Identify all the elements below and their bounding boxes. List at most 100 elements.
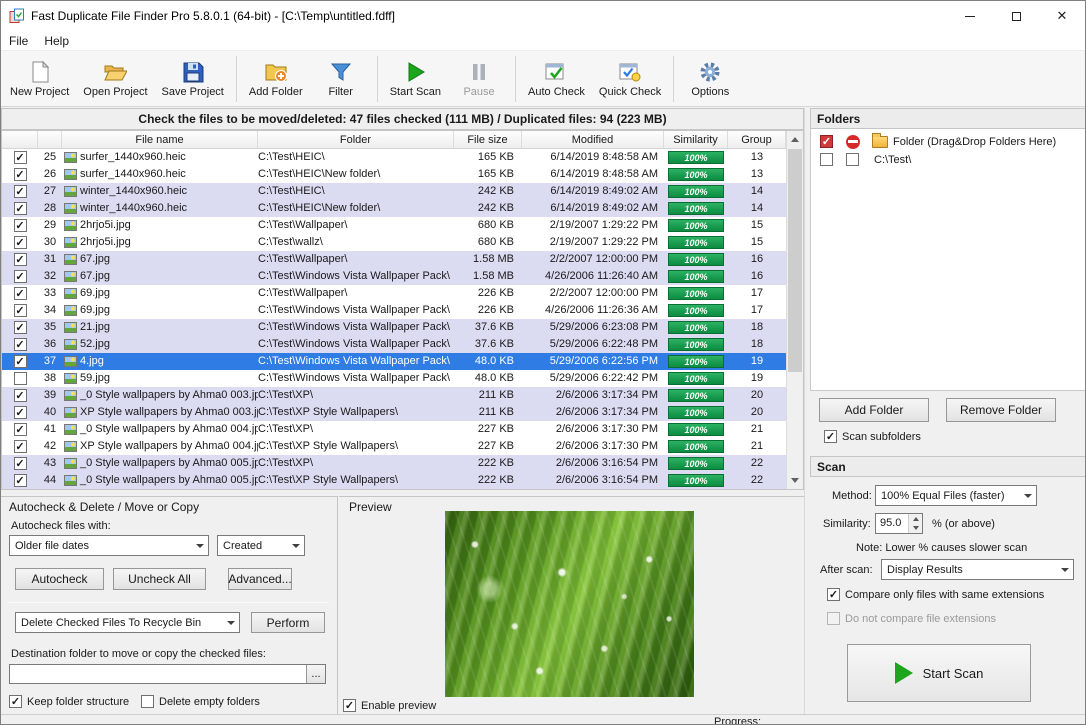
table-row[interactable]: 3369.jpgC:\Test\Wallpaper\226 KB2/2/2007… [2, 285, 786, 302]
uncheck-all-button[interactable]: Uncheck All [113, 568, 206, 590]
header-folder[interactable]: Folder [258, 131, 454, 148]
header-similarity[interactable]: Similarity [664, 131, 728, 148]
row-checkbox[interactable] [14, 423, 27, 436]
keep-folder-structure-option[interactable]: Keep folder structure [9, 695, 129, 708]
destination-folder-input[interactable]: ... [9, 664, 326, 684]
table-row[interactable]: 3521.jpgC:\Test\Windows Vista Wallpaper … [2, 319, 786, 336]
maximize-button[interactable] [993, 1, 1039, 31]
no-compare-extensions-option[interactable]: Do not compare file extensions [827, 612, 996, 625]
table-row[interactable]: 27winter_1440x960.heicC:\Test\HEIC\242 K… [2, 183, 786, 200]
table-scrollbar[interactable] [786, 131, 803, 489]
table-row[interactable]: 44_0 Style wallpapers by Ahma0 005.jpgC:… [2, 472, 786, 489]
options-button[interactable]: Options [679, 54, 741, 104]
folder-checkbox[interactable] [820, 153, 833, 166]
row-checkbox[interactable] [14, 219, 27, 232]
add-folder-button-toolbar[interactable]: Add Folder [242, 54, 310, 104]
row-checkbox[interactable] [14, 185, 27, 198]
table-row[interactable]: 39_0 Style wallpapers by Ahma0 003.jpgC:… [2, 387, 786, 404]
scroll-up-button[interactable] [787, 131, 803, 148]
folder-list-item-ctest[interactable]: C:\Test\ [820, 151, 911, 168]
table-row[interactable]: 302hrjo5i.jpgC:\Test\wallz\680 KB2/19/20… [2, 234, 786, 251]
table-row[interactable]: 41_0 Style wallpapers by Ahma0 004.jpgC:… [2, 421, 786, 438]
pause-button[interactable]: Pause [448, 54, 510, 104]
compare-same-extensions-option[interactable]: Compare only files with same extensions [827, 588, 1044, 601]
table-row[interactable]: 3652.jpgC:\Test\Windows Vista Wallpaper … [2, 336, 786, 353]
new-project-button[interactable]: New Project [3, 54, 76, 104]
after-scan-dropdown[interactable]: Display Results [881, 559, 1074, 580]
folder-checkbox[interactable] [820, 135, 833, 148]
table-row[interactable]: 3167.jpgC:\Test\Wallpaper\1.58 MB2/2/200… [2, 251, 786, 268]
scroll-down-button[interactable] [787, 472, 803, 489]
enable-preview-option[interactable]: Enable preview [343, 699, 436, 712]
table-row[interactable]: 3859.jpgC:\Test\Windows Vista Wallpaper … [2, 370, 786, 387]
row-checkbox[interactable] [14, 440, 27, 453]
perform-button[interactable]: Perform [251, 612, 325, 633]
delete-empty-folders-checkbox[interactable] [141, 695, 154, 708]
save-project-button[interactable]: Save Project [155, 54, 231, 104]
scan-subfolders-checkbox[interactable] [824, 430, 837, 443]
row-checkbox[interactable] [14, 457, 27, 470]
header-num-column[interactable] [38, 131, 62, 148]
menu-help[interactable]: Help [36, 32, 77, 50]
row-checkbox[interactable] [14, 338, 27, 351]
header-group[interactable]: Group [728, 131, 786, 148]
header-file-name[interactable]: File name [62, 131, 258, 148]
table-row[interactable]: 28winter_1440x960.heicC:\Test\HEIC\New f… [2, 200, 786, 217]
enable-preview-checkbox[interactable] [343, 699, 356, 712]
auto-check-button[interactable]: Auto Check [521, 54, 592, 104]
autocheck-criteria-dropdown[interactable]: Older file dates [9, 535, 209, 556]
table-row[interactable]: 26surfer_1440x960.heicC:\Test\HEIC\New f… [2, 166, 786, 183]
start-scan-button[interactable]: Start Scan [847, 644, 1031, 702]
add-folder-button[interactable]: Add Folder [819, 398, 929, 422]
table-row[interactable]: 374.jpgC:\Test\Windows Vista Wallpaper P… [2, 353, 786, 370]
browse-button[interactable]: ... [306, 665, 325, 683]
spinner-up-button[interactable] [909, 514, 922, 524]
row-checkbox[interactable] [14, 151, 27, 164]
spinner-down-button[interactable] [909, 524, 922, 534]
autocheck-date-mode-dropdown[interactable]: Created [217, 535, 305, 556]
header-file-size[interactable]: File size [454, 131, 522, 148]
row-checkbox[interactable] [14, 287, 27, 300]
header-modified[interactable]: Modified [522, 131, 664, 148]
quick-check-button[interactable]: Quick Check [592, 54, 668, 104]
row-checkbox[interactable] [14, 168, 27, 181]
folder-list-item-root[interactable]: Folder (Drag&Drop Folders Here) [820, 133, 1056, 150]
method-dropdown[interactable]: 100% Equal Files (faster) [875, 485, 1037, 506]
start-scan-button-toolbar[interactable]: Start Scan [383, 54, 448, 104]
remove-folder-button[interactable]: Remove Folder [946, 398, 1056, 422]
row-checkbox[interactable] [14, 389, 27, 402]
minimize-button[interactable] [947, 1, 993, 31]
row-checkbox[interactable] [14, 202, 27, 215]
scrollbar-thumb[interactable] [788, 149, 802, 372]
table-row[interactable]: 43_0 Style wallpapers by Ahma0 005.jpgC:… [2, 455, 786, 472]
table-row[interactable]: 25surfer_1440x960.heicC:\Test\HEIC\165 K… [2, 149, 786, 166]
table-row[interactable]: 3469.jpgC:\Test\Windows Vista Wallpaper … [2, 302, 786, 319]
folder-exclude-checkbox[interactable] [846, 153, 859, 166]
row-checkbox[interactable] [14, 236, 27, 249]
scrollbar-track[interactable] [787, 148, 803, 472]
row-checkbox[interactable] [14, 253, 27, 266]
header-check-column[interactable] [2, 131, 38, 148]
keep-folder-structure-checkbox[interactable] [9, 695, 22, 708]
row-checkbox[interactable] [14, 321, 27, 334]
row-checkbox[interactable] [14, 474, 27, 487]
scan-subfolders-option[interactable]: Scan subfolders [824, 430, 921, 443]
similarity-spinner[interactable]: 95.0 [875, 513, 923, 534]
row-checkbox[interactable] [14, 304, 27, 317]
table-row[interactable]: 292hrjo5i.jpgC:\Test\Wallpaper\680 KB2/1… [2, 217, 786, 234]
table-row[interactable]: 40XP Style wallpapers by Ahma0 003.jpgC:… [2, 404, 786, 421]
action-dropdown[interactable]: Delete Checked Files To Recycle Bin [15, 612, 240, 633]
compare-same-extensions-checkbox[interactable] [827, 588, 840, 601]
row-checkbox[interactable] [14, 270, 27, 283]
table-row[interactable]: 42XP Style wallpapers by Ahma0 004.jpgC:… [2, 438, 786, 455]
row-checkbox[interactable] [14, 406, 27, 419]
delete-empty-folders-option[interactable]: Delete empty folders [141, 695, 260, 708]
row-checkbox[interactable] [14, 355, 27, 368]
table-row[interactable]: 3267.jpgC:\Test\Windows Vista Wallpaper … [2, 268, 786, 285]
close-button[interactable]: ✕ [1039, 1, 1085, 31]
open-project-button[interactable]: Open Project [76, 54, 154, 104]
menu-file[interactable]: File [1, 32, 36, 50]
autocheck-button[interactable]: Autocheck [15, 568, 104, 590]
filter-button[interactable]: Filter [310, 54, 372, 104]
row-checkbox[interactable] [14, 372, 27, 385]
